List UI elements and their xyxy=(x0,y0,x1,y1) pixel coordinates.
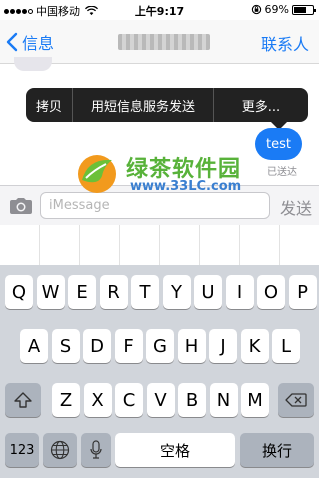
return-key[interactable]: 换行 xyxy=(240,433,314,467)
microphone-icon xyxy=(90,440,102,459)
key-g[interactable]: G xyxy=(146,329,174,363)
key-x[interactable]: X xyxy=(83,383,112,417)
key-s[interactable]: S xyxy=(51,329,80,363)
candidate-slot[interactable] xyxy=(160,225,200,265)
shift-arrow-icon xyxy=(14,392,32,408)
dictation-key[interactable] xyxy=(81,433,111,467)
menu-item-more[interactable]: 更多... xyxy=(214,88,308,122)
key-e[interactable]: E xyxy=(68,275,96,309)
candidate-slot[interactable] xyxy=(200,225,240,265)
globe-key[interactable] xyxy=(43,433,77,467)
contacts-button[interactable]: 联系人 xyxy=(261,31,309,55)
key-k[interactable]: K xyxy=(240,329,269,363)
message-list: 拷贝 用短信息服务发送 更多... test 已送达 xyxy=(0,57,319,178)
candidate-slot[interactable] xyxy=(0,225,40,265)
chevron-left-icon xyxy=(6,32,18,52)
lock-rotation-icon xyxy=(251,4,261,15)
candidate-slot[interactable] xyxy=(120,225,160,265)
key-n[interactable]: N xyxy=(209,383,238,417)
key-a[interactable]: A xyxy=(20,329,48,363)
key-u[interactable]: U xyxy=(194,275,222,309)
candidate-bar xyxy=(0,225,319,265)
candidate-slot[interactable] xyxy=(80,225,120,265)
key-m[interactable]: M xyxy=(241,383,269,417)
key-i[interactable]: I xyxy=(225,275,254,309)
key-d[interactable]: D xyxy=(83,329,111,363)
context-menu: 拷贝 用短信息服务发送 更多... xyxy=(26,88,308,122)
space-key[interactable]: 空格 xyxy=(115,433,235,467)
key-l[interactable]: L xyxy=(272,329,300,363)
keyboard: 123 空格 换行 QWERTYUIOP ASDFGHJKL ZXCVBNM xyxy=(0,225,319,478)
numbers-key[interactable]: 123 xyxy=(5,433,39,467)
key-z[interactable]: Z xyxy=(52,383,80,417)
back-label: 信息 xyxy=(22,34,55,53)
key-c[interactable]: C xyxy=(115,383,143,417)
key-o[interactable]: O xyxy=(257,275,285,309)
globe-icon xyxy=(50,440,70,460)
back-button[interactable]: 信息 xyxy=(6,30,54,54)
candidate-slot[interactable] xyxy=(40,225,80,265)
key-b[interactable]: B xyxy=(178,383,206,417)
menu-item-send-as-sms[interactable]: 用短信息服务发送 xyxy=(73,88,213,122)
key-j[interactable]: J xyxy=(209,329,237,363)
shift-key[interactable] xyxy=(5,383,41,417)
contact-name-redacted xyxy=(118,34,210,50)
key-y[interactable]: Y xyxy=(162,275,191,309)
battery-percent: 69% xyxy=(264,3,289,16)
status-bar: 中国移动 上午9:17 69% xyxy=(0,0,319,20)
key-q[interactable]: Q xyxy=(5,275,33,309)
previous-message-bubble xyxy=(14,57,52,71)
key-t[interactable]: T xyxy=(131,275,159,309)
key-h[interactable]: H xyxy=(177,329,206,363)
menu-item-copy[interactable]: 拷贝 xyxy=(26,88,72,122)
candidate-slot[interactable] xyxy=(280,225,319,265)
send-button[interactable]: 发送 xyxy=(280,195,312,219)
candidate-slot[interactable] xyxy=(240,225,280,265)
backspace-icon xyxy=(285,393,307,407)
key-r[interactable]: R xyxy=(99,275,128,309)
key-p[interactable]: P xyxy=(288,275,317,309)
delete-key[interactable] xyxy=(278,383,314,417)
keys-area: 123 空格 换行 QWERTYUIOP ASDFGHJKL ZXCVBNM xyxy=(0,265,319,478)
delivery-status: 已送达 xyxy=(267,167,297,178)
key-v[interactable]: V xyxy=(146,383,175,417)
message-input[interactable]: iMessage xyxy=(40,192,270,219)
camera-icon[interactable] xyxy=(9,197,33,215)
compose-bar: iMessage 发送 xyxy=(0,185,319,225)
key-w[interactable]: W xyxy=(36,275,65,309)
outgoing-message-bubble[interactable]: test xyxy=(255,128,302,160)
key-f[interactable]: F xyxy=(114,329,143,363)
battery-icon xyxy=(292,4,316,15)
